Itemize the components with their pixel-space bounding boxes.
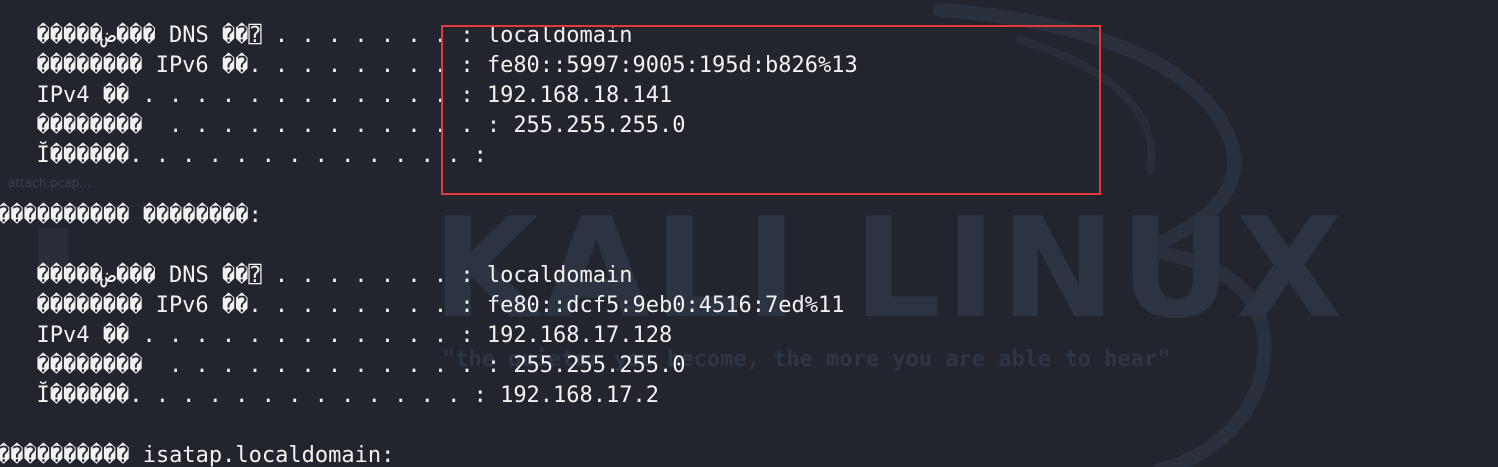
output-line: IPv4 �� . . . . . . . . . . . . : 192.16… [10, 323, 673, 348]
output-line: �������� IPv6 ��. . . . . . . . : fe80::… [10, 293, 845, 318]
highlight-annotation-box [441, 25, 1101, 195]
output-line: Ĭ������. . . . . . . . . . . . . : [10, 143, 487, 168]
terminal-window[interactable]: attach.pcap... KALI LINUX "the quieter y… [0, 0, 1498, 467]
output-line: ���������� isatap.localdomain: [0, 443, 395, 467]
output-line: �����ض��� DNS ��⍰ . . . . . . . : locald… [10, 263, 633, 288]
output-line: �������� . . . . . . . . . . . . : 255.2… [10, 353, 686, 378]
output-line: Ĭ������. . . . . . . . . . . . . : 192.1… [10, 383, 660, 408]
desktop-file-label: attach.pcap... [8, 176, 91, 190]
output-line: ���������� ��������: [0, 203, 262, 228]
